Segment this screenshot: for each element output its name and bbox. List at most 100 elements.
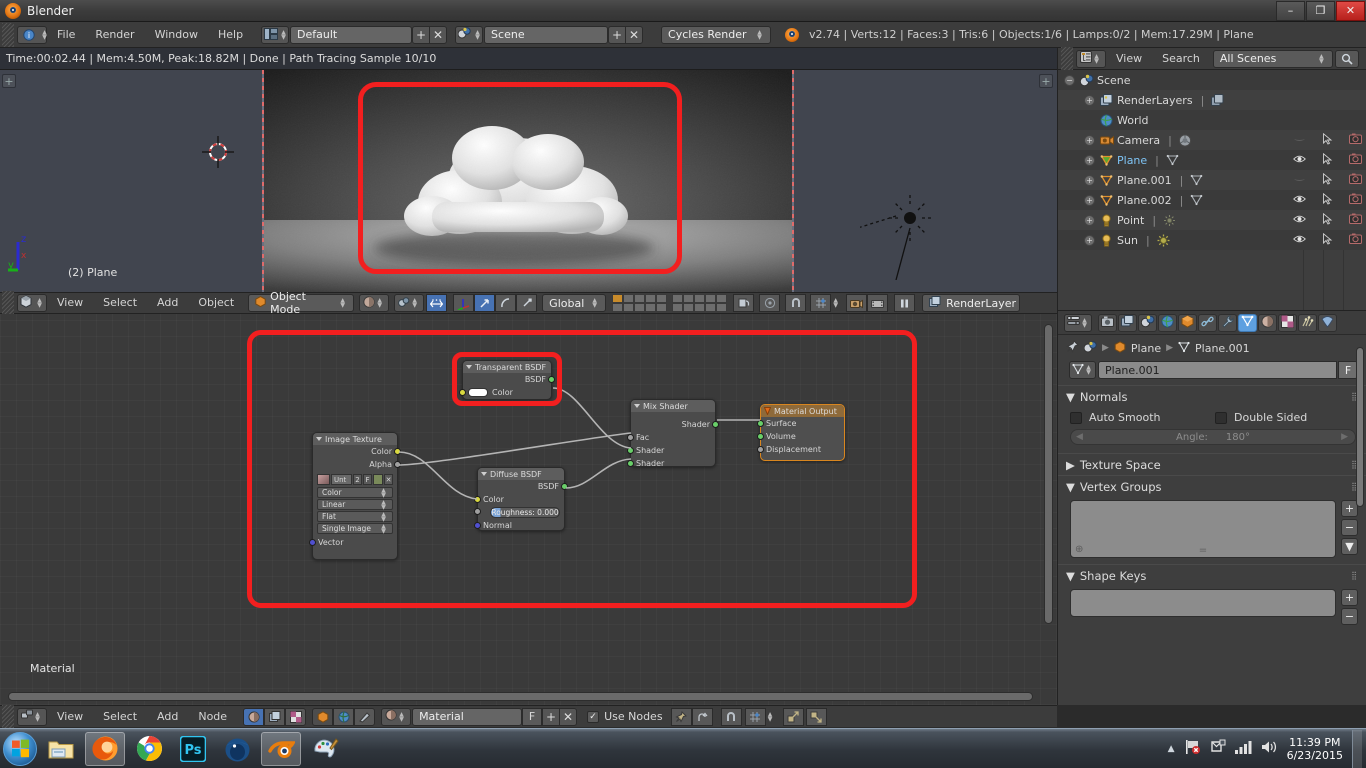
header-grip[interactable]: [2, 22, 14, 47]
mesh-name-field[interactable]: Plane.001: [1098, 361, 1337, 379]
translate-manipulator-icon[interactable]: [453, 294, 475, 312]
socket-color-input[interactable]: [474, 496, 481, 503]
object-icon[interactable]: [312, 707, 334, 726]
toolshelf-expand-icon[interactable]: +: [2, 74, 16, 88]
add-screen-layout-button[interactable]: +: [412, 25, 431, 44]
snap-during-transform-toggle[interactable]: [426, 294, 448, 312]
outliner-menu-view[interactable]: View: [1106, 47, 1152, 71]
socket-row-color-out[interactable]: Color: [313, 445, 401, 458]
socket-row-color-in[interactable]: Color: [474, 493, 564, 506]
mesh-fake-user-button[interactable]: F: [1338, 361, 1358, 379]
renderlayers-tab[interactable]: [1118, 313, 1137, 332]
image-name-field[interactable]: Unt: [331, 473, 352, 485]
node-image-texture[interactable]: Image Texture Color Alpha Unt 2 F ✕ Colo…: [309, 432, 401, 560]
point-lamp-icon[interactable]: [1162, 213, 1177, 228]
photoshop-icon[interactable]: Ps: [173, 732, 213, 766]
3d-viewport[interactable]: + + z y x (2) Plane: [0, 70, 1057, 292]
thunderbird-icon[interactable]: [217, 732, 257, 766]
delete-screen-layout-button[interactable]: ✕: [429, 25, 448, 44]
collapse-triangle-icon[interactable]: [316, 437, 322, 441]
layer-cell[interactable]: [656, 303, 668, 312]
image-fake-user-button[interactable]: F: [363, 473, 372, 485]
socket-shader-output[interactable]: [712, 421, 719, 428]
rotate-manipulator-toggle[interactable]: [495, 294, 517, 312]
go-to-parent-icon[interactable]: [691, 707, 713, 726]
editor-type-selector[interactable]: i ▲ ▼: [17, 25, 47, 44]
socket-row-shader-out[interactable]: Shader: [631, 418, 719, 431]
node-menu-node[interactable]: Node: [188, 705, 237, 729]
signal-icon[interactable]: [1234, 740, 1252, 757]
socket-surface-input[interactable]: [757, 420, 764, 427]
snap-node-icon[interactable]: [744, 707, 766, 726]
camera-data-icon[interactable]: [1178, 133, 1193, 148]
firefox-icon[interactable]: [85, 731, 125, 766]
scene-tab[interactable]: [1138, 313, 1157, 332]
outliner-display-mode[interactable]: All Scenes ▲ ▼: [1212, 49, 1333, 68]
3d-view-editor-spinner[interactable]: ▲ ▼: [35, 294, 44, 312]
socket-row-alpha-out[interactable]: Alpha: [313, 458, 401, 471]
remove-material-button[interactable]: ✕: [559, 707, 578, 726]
paint-icon[interactable]: [305, 732, 345, 766]
outliner-menu-search[interactable]: Search: [1152, 47, 1210, 71]
menu-help[interactable]: Help: [208, 23, 253, 47]
group-exit-icon[interactable]: [805, 707, 827, 726]
outliner-row-world[interactable]: World: [1058, 110, 1366, 130]
outliner-row-camera[interactable]: + Camera |: [1058, 130, 1366, 150]
restrict-select-toggle[interactable]: [1322, 232, 1333, 248]
layer-cell[interactable]: [705, 294, 717, 303]
layer-cell[interactable]: [634, 294, 646, 303]
socket-row-shader-in-1[interactable]: Shader: [627, 444, 715, 457]
add-shape-key-button[interactable]: +: [1341, 589, 1358, 606]
viewport-shading-selector[interactable]: ▲ ▼: [359, 294, 390, 312]
node-menu-select[interactable]: Select: [93, 705, 147, 729]
outliner-type-spinner[interactable]: ▲ ▼: [1092, 50, 1101, 68]
vertex-group-specials-button[interactable]: ▼: [1341, 538, 1358, 555]
interaction-mode-selector[interactable]: Object Mode ▲ ▼: [248, 290, 355, 316]
layer-cell[interactable]: [683, 294, 695, 303]
socket-row-fac-in[interactable]: Fac: [627, 431, 715, 444]
properties-editor-type-selector[interactable]: ▲ ▼: [1064, 313, 1092, 332]
outliner-row-plane-002[interactable]: + Plane.002 |: [1058, 190, 1366, 210]
scene-name[interactable]: Scene: [484, 25, 609, 44]
use-nodes-checkbox[interactable]: ✓: [587, 710, 600, 723]
socket-row-normal-in[interactable]: Normal: [474, 519, 564, 532]
outliner-expander[interactable]: −: [1064, 74, 1075, 86]
socket-vector-input[interactable]: [309, 539, 316, 546]
node-editor-type-selector[interactable]: ▲ ▼: [17, 707, 47, 726]
outliner-row-plane-001[interactable]: + Plane.001 |: [1058, 170, 1366, 190]
restrict-render-toggle[interactable]: [1349, 173, 1362, 187]
restrict-render-toggle[interactable]: [1349, 153, 1362, 167]
outliner-expander[interactable]: +: [1084, 134, 1095, 146]
outliner-expander[interactable]: +: [1084, 94, 1095, 106]
outliner-expander[interactable]: +: [1084, 154, 1095, 166]
socket-alpha-output[interactable]: [394, 461, 401, 468]
restrict-view-toggle[interactable]: [1293, 154, 1306, 167]
particles-tab[interactable]: [1298, 313, 1317, 332]
color-swatch[interactable]: [468, 388, 488, 397]
socket-row-surface-in[interactable]: Surface: [757, 417, 844, 430]
maximize-button[interactable]: ❐: [1306, 0, 1335, 21]
restrict-render-toggle[interactable]: [1349, 193, 1362, 207]
move-manipulator-toggle[interactable]: [474, 294, 496, 312]
node-mix-shader[interactable]: Mix Shader Shader Fac Shader Shader: [627, 399, 719, 468]
layer-cell[interactable]: [645, 294, 657, 303]
show-desktop-button[interactable]: [1352, 729, 1362, 768]
3dview-menu-select[interactable]: Select: [93, 291, 147, 315]
node-header[interactable]: Image Texture: [313, 433, 397, 445]
layer-cell[interactable]: [716, 294, 728, 303]
socket-roughness-input[interactable]: [474, 508, 481, 515]
3d-view-header-grip[interactable]: [2, 291, 14, 315]
outliner-tree[interactable]: − Scene + RenderLayers | World + Camera | + Plane |…: [1058, 70, 1366, 310]
socket-color-input[interactable]: [459, 389, 466, 396]
compositing-nodes-icon[interactable]: [264, 707, 286, 726]
roughness-slider[interactable]: Roughness: 0.000: [490, 507, 560, 518]
show-hidden-icons-button[interactable]: ▲: [1168, 744, 1175, 754]
proportional-edit-icon[interactable]: [759, 294, 781, 312]
render-camera-icon[interactable]: [846, 294, 868, 312]
world-tab[interactable]: [1158, 313, 1177, 332]
layer-cell[interactable]: [716, 303, 728, 312]
render-tab[interactable]: [1098, 313, 1117, 332]
outliner-row-scene[interactable]: − Scene: [1058, 70, 1366, 90]
socket-shader-input-2[interactable]: [627, 460, 634, 467]
add-material-button[interactable]: +: [542, 707, 561, 726]
